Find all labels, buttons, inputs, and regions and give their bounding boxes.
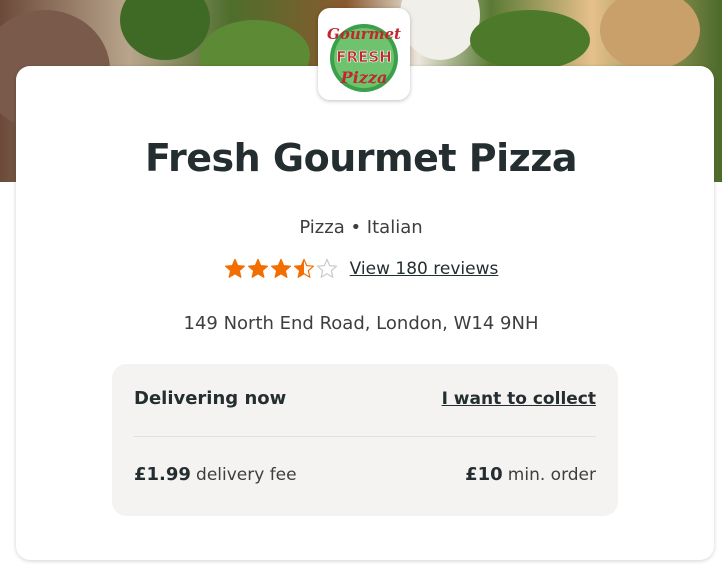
delivery-info-panel: Delivering now I want to collect £1.99 d… xyxy=(112,364,618,516)
collect-link[interactable]: I want to collect xyxy=(442,389,596,409)
logo-text-top: Gourmet xyxy=(327,25,401,43)
star-half-icon xyxy=(293,258,314,278)
star-icon xyxy=(247,258,268,278)
delivery-fee: £1.99 delivery fee xyxy=(134,464,297,485)
min-order: £10 min. order xyxy=(465,464,596,485)
star-icon xyxy=(224,258,245,278)
rating-row: View 180 reviews xyxy=(0,258,722,280)
star-rating xyxy=(224,258,338,280)
cuisine-tags: Pizza • Italian xyxy=(299,217,423,238)
view-reviews-link[interactable]: View 180 reviews xyxy=(350,259,499,279)
restaurant-address: 149 North End Road, London, W14 9NH xyxy=(183,313,539,334)
logo-text-mid: FRESH xyxy=(336,48,391,66)
panel-divider xyxy=(134,436,596,437)
delivery-fee-label: delivery fee xyxy=(196,465,297,485)
star-outline-icon xyxy=(316,258,337,278)
pizza-logo-icon: Gourmet FRESH Pizza xyxy=(327,24,401,92)
delivery-status: Delivering now xyxy=(134,388,287,409)
delivery-fee-amount: £1.99 xyxy=(134,464,191,485)
logo-text-bottom: Pizza xyxy=(340,68,388,87)
restaurant-name: Fresh Gourmet Pizza xyxy=(144,136,578,180)
restaurant-logo: Gourmet FRESH Pizza xyxy=(318,8,410,100)
star-icon xyxy=(270,258,291,278)
min-order-label: min. order xyxy=(507,465,596,485)
min-order-amount: £10 xyxy=(465,464,503,485)
